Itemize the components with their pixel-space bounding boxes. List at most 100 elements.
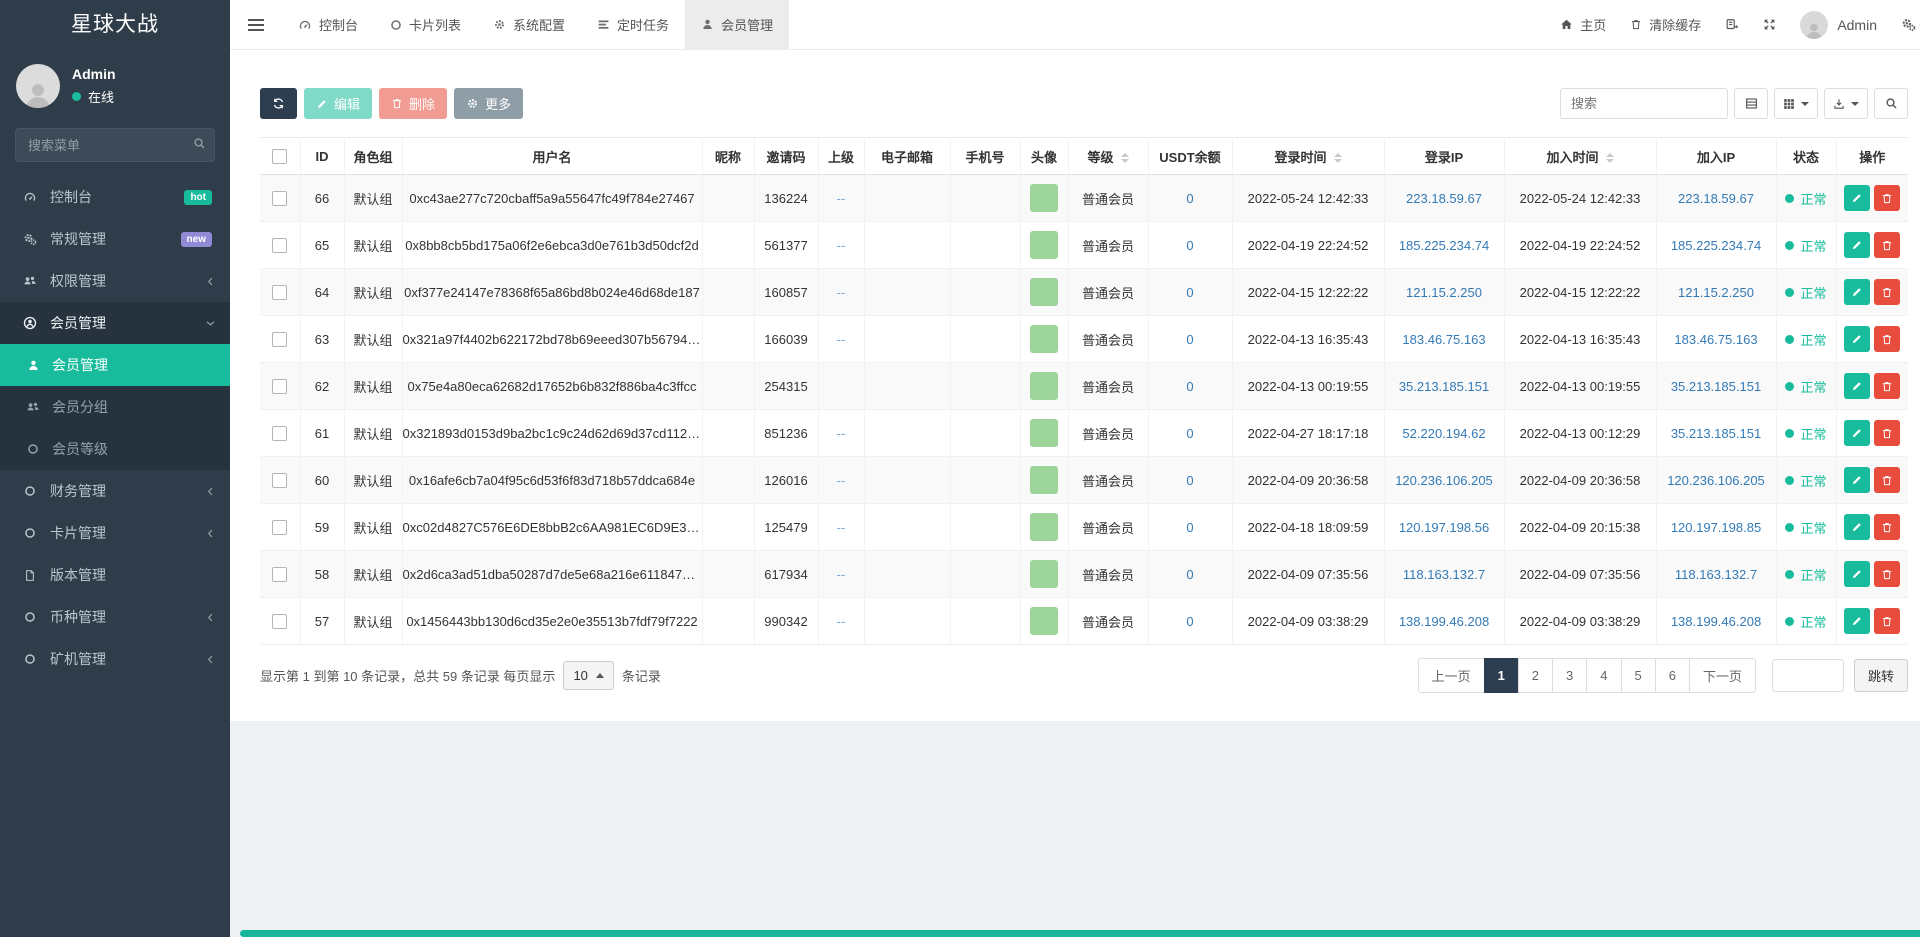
row-checkbox[interactable] [272,473,287,488]
login-ip-link[interactable]: 223.18.59.67 [1406,191,1482,206]
columns-button[interactable] [1774,88,1818,119]
usdt-balance-link[interactable]: 0 [1186,426,1193,441]
export-button[interactable] [1824,88,1868,119]
row-edit-button[interactable] [1844,467,1870,493]
row-checkbox[interactable] [272,567,287,582]
toggle-view-button[interactable] [1734,88,1768,119]
parent-link[interactable]: -- [837,426,846,441]
more-button[interactable]: 更多 [454,88,523,119]
sidebar-item[interactable]: 矿机管理 [0,638,230,680]
row-checkbox[interactable] [272,379,287,394]
login-ip-link[interactable]: 185.225.234.74 [1399,238,1489,253]
row-delete-button[interactable] [1874,279,1900,305]
usdt-balance-link[interactable]: 0 [1186,238,1193,253]
horizontal-scrollbar-thumb[interactable] [240,930,1920,937]
parent-link[interactable]: -- [837,567,846,582]
login-ip-link[interactable]: 52.220.194.62 [1402,426,1485,441]
menu-search-input[interactable] [15,128,215,162]
sidebar-item[interactable]: 币种管理 [0,596,230,638]
parent-link[interactable]: -- [837,473,846,488]
sidebar-item[interactable]: 权限管理 [0,260,230,302]
row-delete-button[interactable] [1874,514,1900,540]
select-all-checkbox[interactable] [272,149,287,164]
tab-2[interactable]: 卡片列表 [374,0,477,50]
login-ip-link[interactable]: 120.236.106.205 [1395,473,1493,488]
parent-link[interactable]: -- [837,520,846,535]
usdt-balance-link[interactable]: 0 [1186,520,1193,535]
sidebar-item[interactable]: 控制台hot [0,176,230,218]
page-button[interactable]: 3 [1552,658,1587,693]
login-ip-link[interactable]: 120.197.198.56 [1399,520,1489,535]
sidebar-subitem[interactable]: 会员分组 [0,386,230,428]
row-delete-button[interactable] [1874,561,1900,587]
row-edit-button[interactable] [1844,608,1870,634]
usdt-balance-link[interactable]: 0 [1186,379,1193,394]
page-button[interactable]: 1 [1484,658,1519,693]
login-ip-link[interactable]: 183.46.75.163 [1402,332,1485,347]
column-header[interactable]: 等级 [1068,138,1148,175]
tab-1[interactable]: 控制台 [282,0,374,50]
tab-5[interactable]: 会员管理 [685,0,789,50]
row-checkbox[interactable] [272,614,287,629]
settings-gears-icon[interactable] [1901,17,1916,32]
page-button[interactable]: 4 [1586,658,1621,693]
row-delete-button[interactable] [1874,467,1900,493]
language-icon[interactable] [1725,18,1739,32]
column-header[interactable]: 加入时间 [1504,138,1656,175]
row-delete-button[interactable] [1874,608,1900,634]
row-edit-button[interactable] [1844,185,1870,211]
join-ip-link[interactable]: 35.213.185.151 [1671,426,1761,441]
clear-cache-link[interactable]: 清除缓存 [1630,15,1701,34]
join-ip-link[interactable]: 183.46.75.163 [1674,332,1757,347]
page-button[interactable]: 5 [1621,658,1656,693]
prev-page-button[interactable]: 上一页 [1418,658,1485,693]
parent-link[interactable]: -- [837,285,846,300]
usdt-balance-link[interactable]: 0 [1186,332,1193,347]
menu-toggle-button[interactable] [230,0,282,50]
row-checkbox[interactable] [272,191,287,206]
join-ip-link[interactable]: 138.199.46.208 [1671,614,1761,629]
row-checkbox[interactable] [272,520,287,535]
usdt-balance-link[interactable]: 0 [1186,614,1193,629]
row-delete-button[interactable] [1874,185,1900,211]
sidebar-item[interactable]: 版本管理 [0,554,230,596]
fullscreen-icon[interactable] [1763,18,1776,31]
parent-link[interactable]: -- [837,191,846,206]
login-ip-link[interactable]: 118.163.132.7 [1403,567,1485,582]
row-edit-button[interactable] [1844,420,1870,446]
join-ip-link[interactable]: 118.163.132.7 [1675,567,1757,582]
sidebar-item[interactable]: 财务管理 [0,470,230,512]
row-delete-button[interactable] [1874,420,1900,446]
login-ip-link[interactable]: 35.213.185.151 [1399,379,1489,394]
row-edit-button[interactable] [1844,279,1870,305]
usdt-balance-link[interactable]: 0 [1186,285,1193,300]
row-checkbox[interactable] [272,332,287,347]
row-delete-button[interactable] [1874,232,1900,258]
usdt-balance-link[interactable]: 0 [1186,191,1193,206]
join-ip-link[interactable]: 223.18.59.67 [1678,191,1754,206]
row-edit-button[interactable] [1844,232,1870,258]
page-button[interactable]: 2 [1518,658,1553,693]
parent-link[interactable]: -- [837,332,846,347]
row-checkbox[interactable] [272,426,287,441]
join-ip-link[interactable]: 120.197.198.85 [1671,520,1761,535]
edit-button[interactable]: 编辑 [304,88,372,119]
tab-4[interactable]: 定时任务 [581,0,685,50]
sidebar-item[interactable]: 常规管理new [0,218,230,260]
parent-link[interactable]: -- [837,238,846,253]
join-ip-link[interactable]: 185.225.234.74 [1671,238,1761,253]
row-edit-button[interactable] [1844,561,1870,587]
refresh-button[interactable] [260,88,297,119]
row-edit-button[interactable] [1844,326,1870,352]
home-link[interactable]: 主页 [1560,15,1606,34]
join-ip-link[interactable]: 35.213.185.151 [1671,379,1761,394]
sidebar-item[interactable]: 卡片管理 [0,512,230,554]
join-ip-link[interactable]: 121.15.2.250 [1678,285,1754,300]
row-delete-button[interactable] [1874,326,1900,352]
usdt-balance-link[interactable]: 0 [1186,473,1193,488]
login-ip-link[interactable]: 138.199.46.208 [1399,614,1489,629]
parent-link[interactable]: -- [837,614,846,629]
login-ip-link[interactable]: 121.15.2.250 [1406,285,1482,300]
delete-button[interactable]: 删除 [379,88,447,119]
row-edit-button[interactable] [1844,514,1870,540]
